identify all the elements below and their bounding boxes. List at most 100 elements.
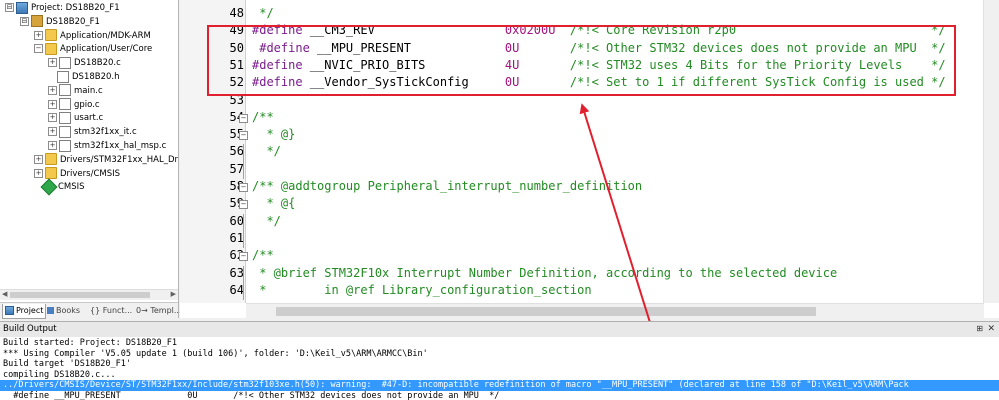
tree-item[interactable]: ⊟ DS18B20_F1 — [20, 15, 100, 29]
output-line[interactable]: Build started: Project: DS18B20_F1 — [3, 338, 177, 349]
code-token: 0U — [504, 40, 520, 55]
expander-icon[interactable]: ⊟ — [20, 16, 29, 26]
output-line[interactable]: *** Using Compiler 'V5.05 update 1 (buil… — [3, 349, 428, 360]
file-icon — [59, 125, 71, 138]
code-line[interactable]: */ — [252, 213, 281, 230]
tree-item[interactable]: − Application/User/Core — [34, 42, 152, 56]
code-token: #define — [252, 40, 310, 55]
tab-label: Project — [16, 306, 44, 315]
output-line[interactable]: #define __MPU_PRESENT 0U /*!< Other STM3… — [3, 391, 499, 400]
line-number: 60 — [229, 213, 244, 228]
tree-item[interactable]: + Drivers/STM32F1xx_HAL_Driver — [34, 153, 178, 167]
expander-icon[interactable]: − — [34, 44, 43, 54]
folder-icon — [45, 167, 57, 180]
editor-vertical-scrollbar[interactable] — [983, 0, 999, 303]
tree-item[interactable]: + stm32f1xx_it.c — [48, 125, 137, 139]
tab-functions[interactable]: {} Funct... — [88, 304, 134, 318]
line-number: 51 — [229, 57, 244, 72]
tab-templates[interactable]: 0→ Templ... — [134, 304, 184, 318]
line-number: 53 — [229, 92, 244, 107]
code-line[interactable]: * @{ — [252, 195, 295, 212]
build-output-header: Build Output ⊞ ✕ — [0, 321, 999, 338]
selected-output-line[interactable]: ../Drivers/CMSIS/Device/ST/STM32F1xx/Inc… — [0, 380, 999, 392]
tree-item-label: stm32f1xx_it.c — [74, 127, 137, 138]
output-line[interactable]: compiling DS18B20.c... — [3, 370, 116, 381]
expander-icon[interactable]: + — [48, 99, 57, 109]
expander-icon[interactable]: + — [48, 113, 57, 123]
expander-icon[interactable]: + — [48, 141, 57, 150]
line-number: 50 — [229, 40, 244, 55]
expander-icon[interactable]: + — [34, 168, 43, 178]
tree-item[interactable]: ⊟ Project: DS18B20_F1 — [5, 1, 120, 15]
code-token: /*!< Core Revision r2p0 */ — [555, 23, 946, 38]
scroll-thumb[interactable] — [276, 307, 816, 316]
expander-icon[interactable]: ⊟ — [5, 3, 14, 12]
line-number: 56 — [229, 144, 244, 159]
tree-item[interactable]: CMSIS — [34, 178, 85, 196]
tree-item-label: DS18B20.c — [74, 58, 121, 69]
code-area[interactable]: */ #define __CM3_REV 0x0200U /*!< Core Re… — [246, 0, 984, 303]
expander-icon[interactable]: + — [48, 85, 57, 95]
code-token: 4U — [504, 57, 520, 72]
code-token: 0U — [504, 75, 520, 90]
code-line[interactable]: /** @addtogroup Peripheral_interrupt_num… — [252, 178, 642, 195]
code-line[interactable]: #define __Vendor_SysTickConfig 0U /*!< S… — [252, 74, 946, 91]
code-line[interactable]: */ — [252, 143, 280, 160]
code-line[interactable]: * @} — [252, 126, 295, 143]
target-icon — [31, 15, 43, 28]
expander-icon[interactable]: + — [48, 127, 57, 137]
file-icon — [59, 111, 71, 124]
code-line[interactable]: */ — [252, 5, 274, 22]
build-output-console[interactable]: Build started: Project: DS18B20_F1 *** Us… — [0, 337, 999, 400]
tab-books[interactable]: Books — [45, 304, 82, 318]
tree-item[interactable]: + main.c — [48, 84, 103, 98]
code-line[interactable]: #define __NVIC_PRIO_BITS 4U /*!< STM32 u… — [252, 57, 946, 74]
tree-item-label: stm32f1xx_hal_msp.c — [74, 141, 167, 151]
pin-icon[interactable]: ⊞ — [976, 322, 983, 336]
tree-item[interactable]: + stm32f1xx_hal_msp.c — [48, 139, 166, 153]
tree-item[interactable]: + Drivers/CMSIS — [34, 167, 120, 181]
gem-icon — [40, 178, 58, 196]
code-editor[interactable]: 48 49 50 51 52 53 54−55−56 57 58−59−60 61 62−63 64 … — [180, 0, 999, 319]
tree-item[interactable]: + DS18B20.c — [48, 56, 121, 70]
tree-item[interactable]: + gpio.c — [48, 98, 100, 112]
code-token: /*!< STM32 uses 4 Bits for the Priority … — [519, 57, 946, 72]
tree-item[interactable]: + usart.c — [48, 111, 103, 125]
scroll-thumb[interactable] — [10, 292, 150, 298]
code-token: /*!< Other STM32 devices does not provid… — [519, 40, 946, 55]
tree-item-label: gpio.c — [74, 99, 100, 110]
tree-item-label: Project: DS18B20_F1 — [31, 3, 120, 13]
close-icon[interactable]: ✕ — [987, 322, 995, 336]
code-line[interactable]: #define __CM3_REV 0x0200U /*!< Core Revi… — [252, 22, 946, 39]
file-icon — [59, 139, 71, 152]
tree-item[interactable]: + Application/MDK-ARM — [34, 29, 151, 43]
expander-icon[interactable]: + — [34, 30, 43, 40]
folder-icon — [45, 153, 57, 166]
code-line[interactable]: /** — [252, 109, 274, 126]
tree-item-label: Drivers/STM32F1xx_HAL_Driver — [60, 154, 178, 165]
tree-horizontal-scrollbar[interactable]: ◀ ▶ — [0, 289, 178, 300]
fold-guide — [243, 161, 244, 179]
code-line[interactable]: /** — [252, 247, 274, 264]
tree-item-label: DS18B20.h — [72, 72, 120, 82]
code-token: __NVIC_PRIO_BITS — [302, 57, 505, 72]
build-output-title: Build Output — [3, 324, 57, 334]
scroll-left-icon[interactable]: ◀ — [2, 290, 7, 298]
code-token: */ — [252, 6, 274, 20]
fold-guide — [243, 282, 244, 301]
editor-horizontal-scrollbar[interactable] — [246, 303, 984, 319]
output-line[interactable]: Build target 'DS18B20_F1' — [3, 359, 131, 370]
expander-icon[interactable]: + — [48, 58, 57, 68]
tree-item-label: main.c — [74, 85, 103, 96]
code-token: * @} — [252, 127, 296, 142]
scroll-right-icon[interactable]: ▶ — [171, 290, 176, 298]
tree-item[interactable]: DS18B20.h — [48, 70, 120, 84]
code-token: #define — [252, 23, 303, 38]
expander-icon[interactable]: + — [34, 154, 43, 164]
code-line[interactable]: #define __MPU_PRESENT 0U /*!< Other STM3… — [252, 40, 946, 57]
tab-project[interactable]: Project — [2, 304, 47, 319]
code-line[interactable]: * in @ref Library_configuration_section — [252, 282, 591, 299]
code-line[interactable]: * @brief STM32F10x Interrupt Number Defi… — [252, 265, 837, 282]
fold-guide — [243, 213, 244, 231]
code-token: */ — [252, 213, 281, 228]
